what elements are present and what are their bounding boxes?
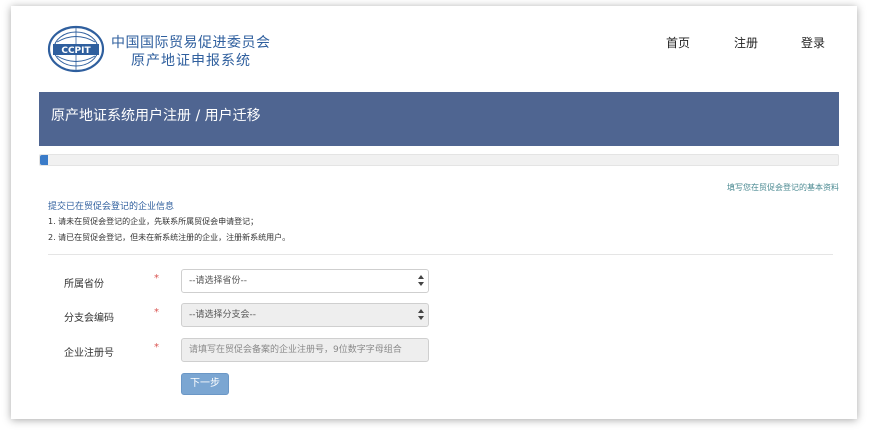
progress-fill xyxy=(40,155,48,165)
province-select[interactable]: --请选择省份-- xyxy=(181,269,429,293)
registration-number-row: 企业注册号 * xyxy=(11,338,857,362)
divider xyxy=(48,254,833,255)
logo-text: CCPIT xyxy=(61,46,91,56)
province-label: 所属省份 xyxy=(64,279,104,290)
required-mark: * xyxy=(154,273,159,284)
nav-home-link[interactable]: 首页 xyxy=(666,34,690,51)
registration-number-label: 企业注册号 xyxy=(64,348,114,359)
required-mark: * xyxy=(154,307,159,318)
info-line: 1. 请未在贸促会登记的企业，先联系所属贸促会申请登记； xyxy=(48,217,259,226)
nav-login-link[interactable]: 登录 xyxy=(801,34,825,51)
system-name: 原产地证申报系统 xyxy=(131,53,251,69)
ccpit-logo-icon[interactable]: CCPIT xyxy=(47,25,105,73)
select-arrows-icon xyxy=(418,309,424,321)
branch-label: 分支会编码 xyxy=(64,313,114,324)
branch-row: 分支会编码 * --请选择分支会-- xyxy=(11,303,857,327)
branch-selected-value: --请选择分支会-- xyxy=(189,310,256,320)
page-banner: 原产地证系统用户注册 / 用户迁移 xyxy=(39,92,839,146)
branch-select[interactable]: --请选择分支会-- xyxy=(181,303,429,327)
browser-page: CCPIT 中国国际贸易促进委员会 原产地证申报系统 首页 注册 登录 原产地证… xyxy=(11,6,857,419)
info-title: 提交已在贸促会登记的企业信息 xyxy=(48,202,175,212)
step-hint: 填写您在贸促会登记的基本资料 xyxy=(727,183,839,192)
province-row: 所属省份 * --请选择省份-- xyxy=(11,269,857,293)
registration-progress-bar xyxy=(39,154,839,166)
org-name: 中国国际贸易促进委员会 xyxy=(111,35,271,51)
next-step-button[interactable]: 下一步 xyxy=(181,373,229,395)
info-line: 2. 请已在贸促会登记，但未在新系统注册的企业，注册新系统用户。 xyxy=(48,233,291,242)
nav-register-link[interactable]: 注册 xyxy=(734,34,758,51)
select-arrows-icon xyxy=(418,275,424,287)
registration-number-input[interactable] xyxy=(181,338,429,362)
required-mark: * xyxy=(154,342,159,353)
province-selected-value: --请选择省份-- xyxy=(189,276,247,286)
site-header: CCPIT 中国国际贸易促进委员会 原产地证申报系统 首页 注册 登录 xyxy=(11,6,857,92)
page-title: 原产地证系统用户注册 / 用户迁移 xyxy=(51,108,261,124)
